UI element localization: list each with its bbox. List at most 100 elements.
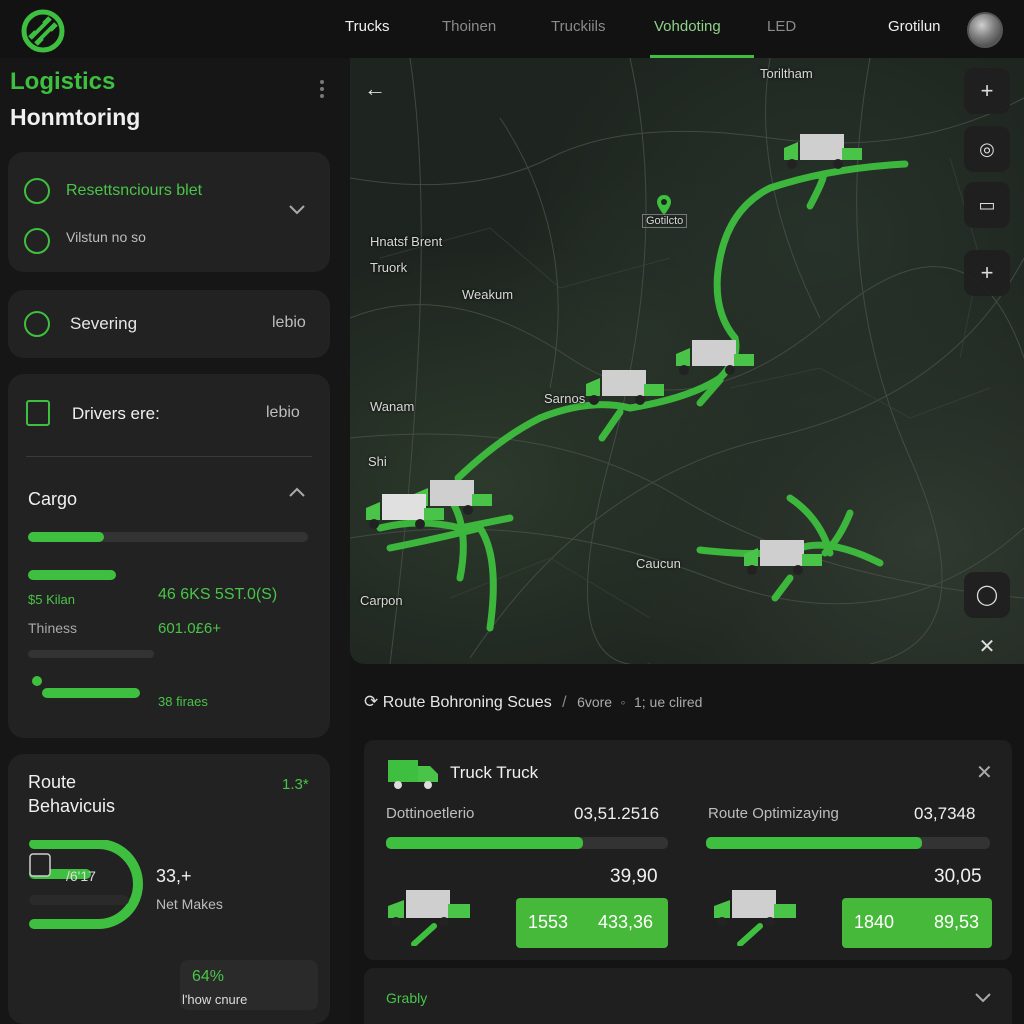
map-label-poi: Gotilcto: [642, 214, 688, 228]
cargo-box-icon[interactable]: ▭: [964, 182, 1010, 228]
right-progress-fill: [706, 837, 922, 849]
row1-label: $5 Kilan: [28, 592, 75, 607]
truck-icon[interactable]: [674, 338, 758, 378]
sidebar: Logistics Honmtoring Resettsnciours blet…: [0, 58, 350, 1024]
drivers-value: lebio: [266, 404, 300, 421]
bottom-bar: [42, 688, 140, 698]
tab-led[interactable]: LED: [767, 18, 796, 35]
severing-label: Severing: [70, 314, 138, 333]
route-behaviour-badge: 1.3*: [282, 776, 309, 793]
zoom-out-button[interactable]: +: [964, 250, 1010, 296]
logo-icon: [21, 9, 65, 53]
route-behaviour-title1: Route: [28, 772, 77, 792]
severing-card[interactable]: Severing lebio: [8, 290, 330, 358]
app-title-line2: Honmtoring: [10, 104, 141, 130]
back-arrow-icon[interactable]: ←: [352, 66, 398, 112]
row2-bar: [28, 650, 154, 658]
left-stat-pill: 1553 433,36: [516, 898, 668, 948]
grably-card[interactable]: Grably: [364, 968, 1012, 1024]
row1-value: 46 6KS 5ST.0(S): [158, 586, 278, 603]
chevron-up-icon[interactable]: [288, 486, 306, 498]
user-name[interactable]: Grotilun: [888, 18, 941, 35]
driver-icon: [26, 400, 50, 426]
tab-vohdoting[interactable]: Vohdoting: [654, 18, 721, 35]
truck-card: Truck Truck ✕ Dottinoetlerio 03,51.2516 …: [364, 740, 1012, 960]
left-metric-label: Dottinoetlerio: [386, 805, 475, 822]
location-pin-icon[interactable]: [656, 194, 672, 216]
left-metric-value: 03,51.2516: [574, 804, 660, 823]
cargo-label: Cargo: [28, 489, 78, 509]
pin-icon: [24, 178, 50, 204]
row1-bar: [28, 570, 116, 580]
cargo-progress: [28, 532, 308, 542]
right-stat-pill: 1840 89,53: [842, 898, 992, 948]
map-label-bottom-right: Caucun: [636, 556, 681, 571]
heading-separator: /: [562, 694, 567, 711]
truck-icon: [714, 890, 796, 946]
close-icon[interactable]: ✕: [964, 624, 1010, 664]
close-icon[interactable]: ✕: [976, 760, 993, 785]
slider-knob[interactable]: [32, 676, 42, 686]
right-metric-value: 03,7348: [914, 804, 976, 823]
row2-value: 601.0£6+: [158, 620, 221, 637]
dot-icon: ◦: [620, 694, 626, 710]
more-menu-icon[interactable]: [318, 80, 326, 102]
inner-value: 64%: [192, 968, 225, 985]
route-heading-row: ⟳ Route Bohroning Scues / 6vore ◦ 1; ue …: [364, 692, 702, 712]
right-metric-label: Route Optimizaying: [708, 805, 839, 822]
right-pill-b: 89,53: [934, 912, 980, 932]
truck-icon[interactable]: [742, 538, 826, 578]
truck-icon[interactable]: [584, 368, 668, 408]
refresh-icon[interactable]: ⟳: [364, 692, 378, 711]
layers-icon[interactable]: ◎: [964, 126, 1010, 172]
avatar[interactable]: [967, 12, 1003, 48]
map-label-left4: Shi: [368, 454, 387, 469]
route-link-1[interactable]: 6vore: [577, 694, 612, 710]
map-label-left3: Wanam: [370, 399, 415, 414]
top-bar: Trucks Thoinen Truckiils Vohdoting LED G…: [0, 0, 1024, 58]
map-label-left2: Truork: [370, 260, 408, 275]
behaviour-gauge: [29, 840, 143, 929]
right-pill-a: 1840: [854, 912, 895, 932]
route-link-2[interactable]: 1; ue clired: [634, 694, 702, 710]
tab-thoinen[interactable]: Thoinen: [442, 18, 496, 35]
app-title-line1: Logistics: [10, 68, 116, 95]
map-label-mid: Sarnos: [544, 391, 586, 406]
left-progress: [386, 837, 668, 849]
document-icon: [24, 228, 50, 254]
chevron-down-icon[interactable]: [288, 204, 306, 216]
resource-sub: Vilstun no so: [66, 229, 146, 245]
resource-card[interactable]: Resettsnciours blet Vilstun no so: [8, 152, 330, 272]
left-pill-b: 433,36: [598, 912, 654, 932]
metric-value: 33,+: [156, 866, 192, 886]
tab-truckiils[interactable]: Truckiils: [551, 18, 605, 35]
truck-icon[interactable]: [782, 132, 866, 172]
resource-heading: Resettsnciours blet: [66, 182, 203, 199]
truck-card-title: Truck Truck: [450, 763, 539, 782]
drivers-card: Drivers ere: lebio Cargo $5 Kilan 46 6KS…: [8, 374, 330, 738]
map-label-bottom-left: Carpon: [360, 593, 403, 608]
zoom-in-button[interactable]: +: [964, 68, 1010, 114]
severing-value: lebio: [272, 314, 306, 331]
tab-trucks[interactable]: Trucks: [345, 18, 389, 35]
right-progress: [706, 837, 990, 849]
inner-metric-box: 64% l'how cnure: [180, 960, 318, 1010]
truck-icon[interactable]: [364, 492, 448, 532]
divider: [26, 456, 312, 457]
map-label-center: Weakum: [462, 287, 514, 302]
cargo-progress-fill: [28, 532, 104, 542]
inner-label: l'how cnure: [182, 992, 248, 1007]
gauge-label: /6'17: [66, 868, 96, 884]
truck-icon: [388, 760, 438, 789]
map-label-top-right: Toriltham: [760, 66, 813, 81]
metric-label: Net Makes: [156, 896, 223, 912]
locate-icon[interactable]: ◯: [964, 572, 1010, 618]
plus-circle-icon: [24, 311, 50, 337]
bottom-value: 38 firaes: [158, 694, 208, 709]
route-heading: Route Bohroning Scues: [382, 694, 552, 711]
route-behaviour-card: Route Behavicuis 1.3* /6'17 33,+ Net Mak…: [8, 754, 330, 1024]
left-sub-value: 39,90: [610, 866, 658, 887]
route-map[interactable]: Toriltham Gotilcto Hnatsf Brent Truork W…: [350, 58, 1024, 664]
route-behaviour-title2: Behavicuis: [28, 796, 116, 816]
chevron-down-icon[interactable]: [974, 992, 992, 1004]
